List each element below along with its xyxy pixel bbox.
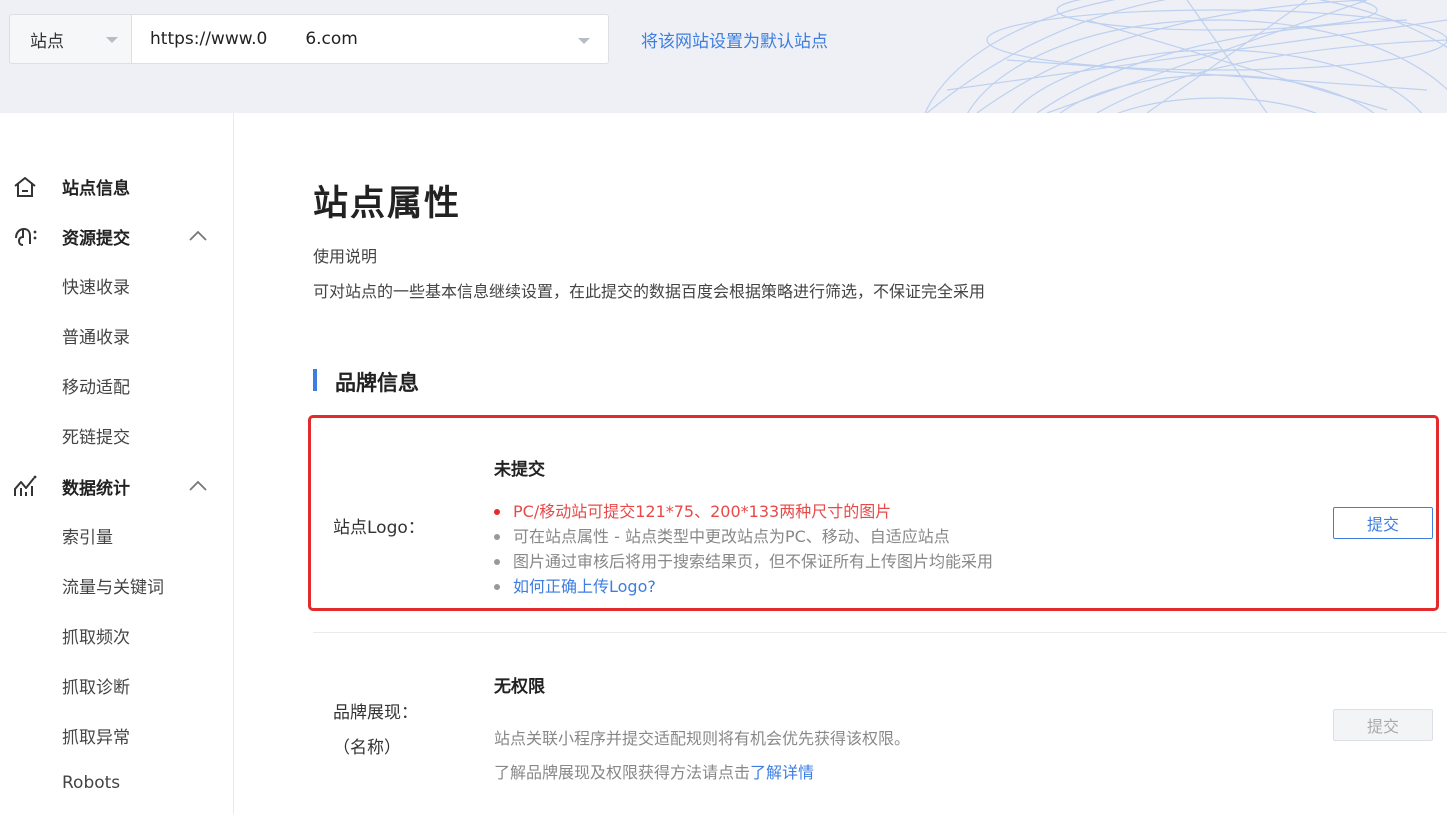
brand-desc-2: 了解品牌展现及权限获得方法请点击了解详情 [494,759,814,783]
list-item: 可在站点属性 - 站点类型中更改站点为PC、移动、自适应站点 [494,524,993,549]
learn-more-link[interactable]: 了解详情 [750,763,814,782]
site-type-value: 站点 [30,31,64,52]
section-accent-bar [313,369,317,391]
sidebar-group-resource-submit[interactable]: 资源提交 [0,216,234,256]
site-url-select[interactable]: https://www.0 6.com [131,14,609,64]
set-default-site-link[interactable]: 将该网站设置为默认站点 [641,27,828,52]
sidebar-item-normal-index[interactable]: 普通收录 [62,323,130,348]
usage-text: 可对站点的一些基本信息继续设置，在此提交的数据百度会根据策略进行筛选，不保证完全… [313,282,986,301]
top-bar: 站点 https://www.0 6.com 将该网站设置为默认站点 [0,0,1447,113]
main-content: 站点属性 使用说明 可对站点的一些基本信息继续设置，在此提交的数据百度会根据策略… [234,113,1447,814]
sidebar-item-site-info[interactable]: 站点信息 [0,166,234,206]
divider [313,632,1447,633]
sidebar-item-mobile-adapt[interactable]: 移动适配 [62,373,130,398]
list-item: 图片通过审核后将用于搜索结果页，但不保证所有上传图片均能采用 [494,549,993,574]
sidebar-item-traffic-keywords[interactable]: 流量与关键词 [62,573,164,598]
site-type-select[interactable]: 站点 [9,14,132,64]
site-logo-label: 站点Logo： [333,518,425,538]
page-title: 站点属性 [313,184,462,224]
submit-logo-button[interactable]: 提交 [1333,507,1433,539]
home-icon [14,177,36,197]
brand-desc-1: 站点关联小程序并提交适配规则将有机会优先获得该权限。 [494,729,911,748]
brand-status: 无权限 [494,677,545,697]
sidebar-item-index-volume[interactable]: 索引量 [62,523,113,548]
sidebar: 站点信息 资源提交 快速收录 普通收录 移动适配 死链提交 数据统计 索引量 流… [0,113,234,814]
globe-decoration-icon [924,0,1447,113]
logo-status: 未提交 [494,460,545,480]
brand-desc-prefix: 了解品牌展现及权限获得方法请点击 [494,763,751,782]
sidebar-item-crawl-diagnosis[interactable]: 抓取诊断 [62,673,130,698]
sidebar-item-crawl-errors[interactable]: 抓取异常 [62,723,130,748]
brand-display-sublabel: （名称） [333,738,401,758]
chevron-up-icon[interactable] [188,480,208,492]
logo-requirements-list: PC/移动站可提交121*75、200*133两种尺寸的图片 可在站点属性 - … [494,499,993,599]
sidebar-item-quick-index[interactable]: 快速收录 [62,273,130,298]
site-url-prefix: https://www.0 [150,29,268,49]
list-item: PC/移动站可提交121*75、200*133两种尺寸的图片 [494,499,993,524]
caret-down-icon [578,38,590,44]
sidebar-item-dead-link[interactable]: 死链提交 [62,423,130,448]
sidebar-item-label: 站点信息 [62,178,130,199]
caret-down-icon [106,37,118,43]
sidebar-item-robots[interactable]: Robots [62,773,120,793]
stats-icon [14,475,37,496]
chevron-up-icon[interactable] [188,230,208,242]
sidebar-item-crawl-frequency[interactable]: 抓取频次 [62,623,130,648]
submit-icon [15,227,37,246]
logo-upload-help-link[interactable]: 如何正确上传Logo? [494,574,993,599]
brand-display-label: 品牌展现： [333,703,418,723]
site-url-suffix: 6.com [305,29,358,49]
usage-title: 使用说明 [313,247,378,266]
sidebar-group-label: 数据统计 [62,478,130,499]
section-title: 品牌信息 [335,371,419,395]
sidebar-group-data-stats[interactable]: 数据统计 [0,466,234,506]
sidebar-group-label: 资源提交 [62,228,130,249]
submit-brand-button: 提交 [1333,709,1433,741]
